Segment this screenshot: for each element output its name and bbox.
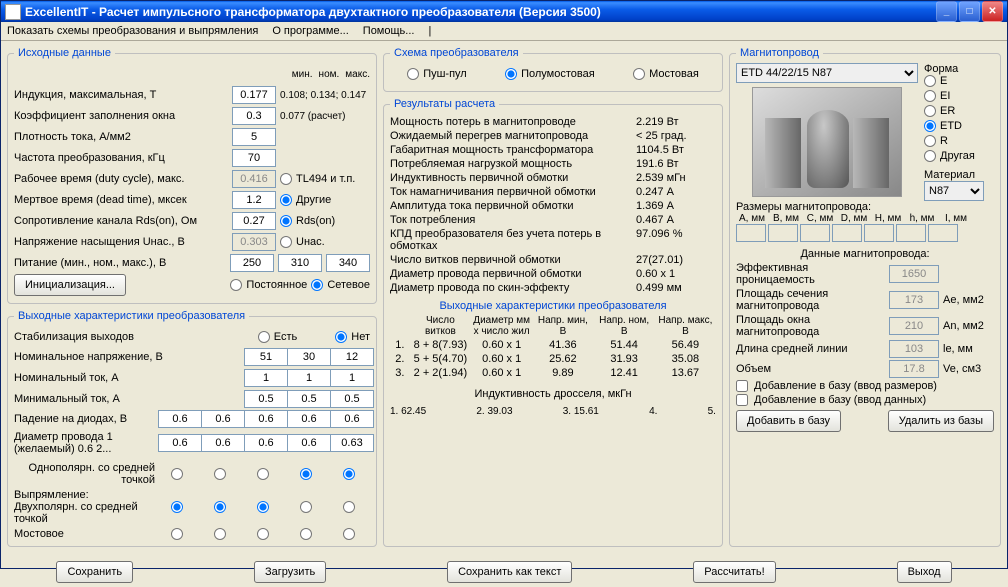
add-sizes-check[interactable]: Добавление в базу (ввод размеров) (736, 380, 994, 392)
freq-input[interactable] (232, 149, 276, 167)
menu-about[interactable]: О программе... (272, 25, 348, 37)
mains-radio[interactable]: Сетевое (311, 279, 370, 291)
scheme-group: Схема преобразователя Пуш-пул Полумостов… (383, 47, 723, 92)
calc-button[interactable]: Рассчитать! (693, 561, 775, 583)
close-button[interactable]: ✕ (982, 1, 1003, 22)
supply-min[interactable] (230, 254, 274, 272)
material-select[interactable]: N87 (924, 181, 984, 201)
menubar: Показать схемы преобразования и выпрямле… (1, 22, 1007, 41)
menu-schemes[interactable]: Показать схемы преобразования и выпрямле… (7, 25, 258, 37)
tl494-radio[interactable]: TL494 и т.п. (280, 173, 370, 185)
induction-input[interactable] (232, 86, 276, 104)
del-from-db-button[interactable]: Удалить из базы (888, 410, 994, 432)
induction-label: Индукция, максимальная, Т (14, 89, 228, 101)
app-icon (5, 4, 21, 20)
dead-input[interactable] (232, 191, 276, 209)
const-radio[interactable]: Постоянное (230, 279, 307, 291)
core-group: Магнитопровод ETD 44/22/15 N87 Форма E E… (729, 47, 1001, 547)
window-title: ExcellentIT - Расчет импульсного трансфо… (25, 5, 934, 19)
pushpull-radio[interactable]: Пуш-пул (407, 68, 467, 80)
unas-radio[interactable]: Uнас. (280, 236, 370, 248)
bridge-radio[interactable]: Мостовая (633, 68, 699, 80)
vnom-1[interactable] (244, 348, 288, 366)
init-button[interactable]: Инициализация... (14, 274, 126, 296)
fill-input[interactable] (232, 107, 276, 125)
output-char-group: Выходные характеристики преобразователя … (7, 310, 377, 547)
density-input[interactable] (232, 128, 276, 146)
vnom-3[interactable] (330, 348, 374, 366)
other-radio[interactable]: Другие (280, 194, 370, 206)
minimize-button[interactable]: _ (936, 1, 957, 22)
add-to-db-button[interactable]: Добавить в базу (736, 410, 841, 432)
save-txt-button[interactable]: Сохранить как текст (447, 561, 572, 583)
duty-input (232, 170, 276, 188)
stab-no-radio[interactable]: Нет (335, 331, 370, 343)
vnom-2[interactable] (287, 348, 331, 366)
rds-input[interactable] (232, 212, 276, 230)
rdson-radio[interactable]: Rds(on) (280, 215, 370, 227)
core-select[interactable]: ETD 44/22/15 N87 (736, 63, 918, 83)
imin-1[interactable] (244, 390, 288, 408)
exit-button[interactable]: Выход (897, 561, 952, 583)
supply-max[interactable] (326, 254, 370, 272)
results-group: Результаты расчета Мощность потерь в маг… (383, 98, 723, 547)
add-data-check[interactable]: Добавление в базу (ввод данных) (736, 394, 994, 406)
load-button[interactable]: Загрузить (254, 561, 326, 583)
halfbridge-radio[interactable]: Полумостовая (505, 68, 595, 80)
unas-input (232, 233, 276, 251)
titlebar: ExcellentIT - Расчет импульсного трансфо… (1, 1, 1007, 22)
core-image (752, 87, 902, 197)
imin-2[interactable] (287, 390, 331, 408)
inom-2[interactable] (287, 369, 331, 387)
menu-help[interactable]: Помощь... (363, 25, 415, 37)
input-data-group: Исходные данные мин.ном.макс. Индукция, … (7, 47, 377, 304)
stab-yes-radio[interactable]: Есть (258, 331, 297, 343)
supply-nom[interactable] (278, 254, 322, 272)
inom-1[interactable] (244, 369, 288, 387)
imin-3[interactable] (330, 390, 374, 408)
inom-3[interactable] (330, 369, 374, 387)
maximize-button[interactable]: □ (959, 1, 980, 22)
save-button[interactable]: Сохранить (56, 561, 133, 583)
